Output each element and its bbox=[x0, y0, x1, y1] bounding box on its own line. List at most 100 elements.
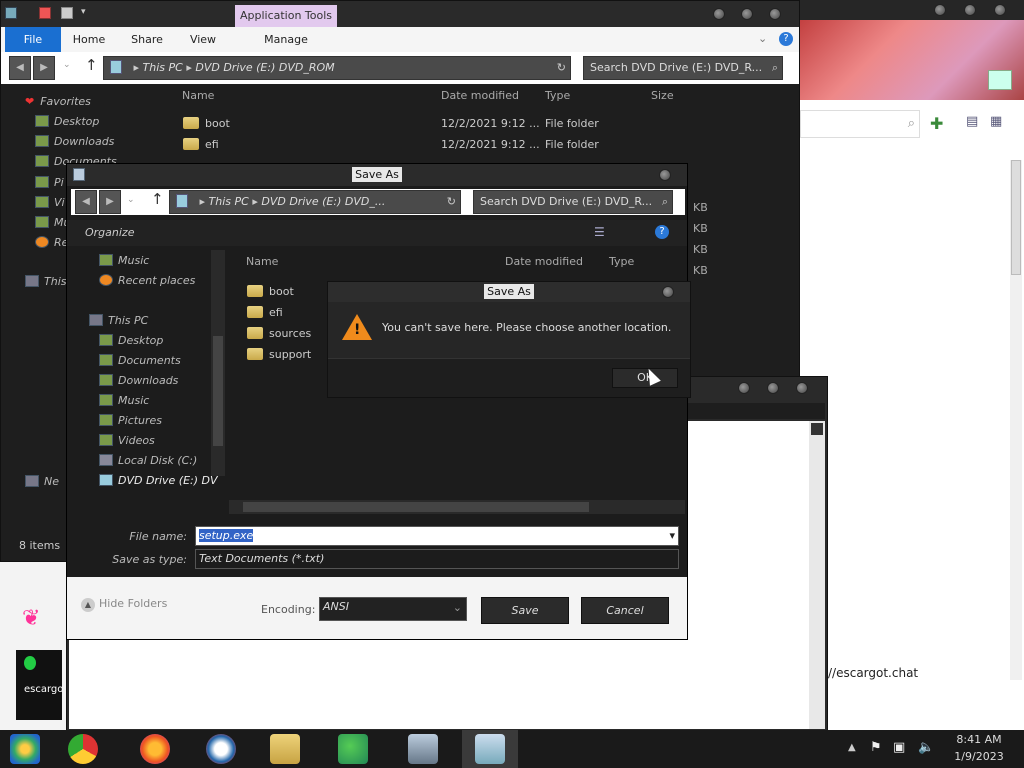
close-icon[interactable] bbox=[662, 286, 674, 298]
start-button[interactable] bbox=[10, 734, 40, 764]
url-text[interactable]: //escargot.chat bbox=[828, 666, 918, 680]
col-name[interactable]: Name bbox=[182, 89, 214, 102]
view-options-icon[interactable]: ☰ bbox=[594, 225, 605, 239]
tab-share[interactable]: Share bbox=[123, 27, 171, 52]
network-icon[interactable]: ▣ bbox=[893, 740, 905, 755]
up-icon[interactable]: ↑ bbox=[151, 190, 164, 208]
minimize-icon[interactable] bbox=[713, 8, 725, 20]
escargot-tile[interactable]: escargo bbox=[16, 650, 63, 720]
chevron-down-icon[interactable]: ▾ bbox=[669, 527, 675, 545]
file-explorer-icon[interactable] bbox=[270, 734, 300, 764]
network-tool-icon[interactable] bbox=[408, 734, 438, 764]
nav-desktop[interactable]: Desktop bbox=[35, 115, 99, 128]
col-date[interactable]: Date modified bbox=[441, 89, 519, 102]
hide-folders-button[interactable]: ▲ Hide Folders bbox=[81, 597, 167, 612]
horizontal-scrollbar[interactable] bbox=[229, 500, 685, 514]
search-input[interactable]: Search DVD Drive (E:) DVD_R... ⌕ bbox=[473, 190, 673, 214]
tab-view[interactable]: View bbox=[181, 27, 225, 52]
nav-local-disk[interactable]: Local Disk (C:) bbox=[99, 454, 197, 467]
browser-search-box[interactable]: ⌕ bbox=[800, 110, 920, 138]
breadcrumb-drive[interactable]: DVD Drive (E:) DVD_... bbox=[261, 195, 385, 208]
clock-time[interactable]: 8:41 AM bbox=[944, 733, 1014, 746]
organize-button[interactable]: Organize bbox=[85, 226, 134, 239]
encoding-select[interactable]: ANSI ⌄ bbox=[319, 597, 467, 621]
col-type[interactable]: Type bbox=[545, 89, 570, 102]
up-icon[interactable]: ↑ bbox=[85, 56, 98, 74]
minimize-icon[interactable] bbox=[738, 382, 750, 394]
address-bar[interactable]: ▸ This PC ▸ DVD Drive (E:) DVD_ROM ↻ bbox=[103, 56, 571, 80]
help-icon[interactable]: ? bbox=[655, 225, 669, 239]
list-item[interactable]: efi bbox=[247, 306, 283, 319]
refresh-icon[interactable]: ↻ bbox=[447, 191, 456, 213]
customize-icon[interactable]: ▾ bbox=[81, 7, 86, 17]
notepad-scrollbar[interactable] bbox=[809, 421, 825, 729]
recent-icon[interactable]: ⌄ bbox=[63, 60, 71, 70]
close-icon[interactable] bbox=[994, 4, 1006, 16]
nav-music[interactable]: Music bbox=[99, 394, 149, 407]
scroll-thumb[interactable] bbox=[1011, 160, 1021, 275]
nav-pictures[interactable]: Pictures bbox=[99, 414, 162, 427]
nav-recent-places[interactable]: Recent places bbox=[99, 274, 195, 287]
filename-input[interactable]: setup.exe ▾ bbox=[195, 526, 679, 546]
close-icon[interactable] bbox=[659, 169, 671, 181]
clock-date[interactable]: 1/9/2023 bbox=[944, 750, 1014, 763]
maximize-icon[interactable] bbox=[964, 4, 976, 16]
chevron-down-icon[interactable]: ⌄ bbox=[758, 32, 767, 45]
nav-this-pc[interactable]: This bbox=[25, 275, 66, 288]
add-icon[interactable]: ✚ bbox=[930, 114, 943, 133]
col-name[interactable]: Name bbox=[246, 255, 278, 268]
tray-expand-icon[interactable]: ▲ bbox=[848, 742, 856, 753]
taskbar-active-item[interactable] bbox=[462, 730, 518, 768]
list-icon[interactable]: ▤ bbox=[966, 114, 978, 129]
volume-icon[interactable]: 🔈 bbox=[918, 740, 934, 755]
list-item[interactable]: efi bbox=[183, 138, 219, 151]
nav-videos[interactable]: Videos bbox=[99, 434, 155, 447]
firefox-icon[interactable] bbox=[140, 734, 170, 764]
nav-scroll-thumb[interactable] bbox=[213, 336, 223, 446]
minimize-icon[interactable] bbox=[934, 4, 946, 16]
chevron-down-icon[interactable]: ⌄ bbox=[453, 599, 462, 617]
nav-favorites[interactable]: ❤ Favorites bbox=[25, 95, 91, 108]
tab-home[interactable]: Home bbox=[65, 27, 113, 52]
list-item[interactable]: support bbox=[247, 348, 311, 361]
forward-button[interactable]: ▶ bbox=[99, 190, 121, 214]
refresh-icon[interactable]: ↻ bbox=[557, 57, 566, 79]
properties-icon[interactable] bbox=[39, 7, 51, 19]
tab-file[interactable]: File bbox=[5, 27, 61, 52]
nav-downloads[interactable]: Downloads bbox=[99, 374, 178, 387]
search-input[interactable]: Search DVD Drive (E:) DVD_R... ⌕ bbox=[583, 56, 783, 80]
chrome-icon[interactable] bbox=[68, 734, 98, 764]
search-icon[interactable]: ⌕ bbox=[908, 116, 915, 131]
nav-documents[interactable]: Documents bbox=[99, 354, 181, 367]
col-type[interactable]: Type bbox=[609, 255, 634, 268]
recent-icon[interactable]: ⌄ bbox=[127, 195, 135, 205]
newfolder-icon[interactable] bbox=[61, 7, 73, 19]
nav-downloads[interactable]: Downloads bbox=[35, 135, 114, 148]
butterfly-icon[interactable]: ❦ bbox=[22, 606, 40, 631]
list-item[interactable]: boot bbox=[247, 285, 294, 298]
savetype-select[interactable]: Text Documents (*.txt) bbox=[195, 549, 679, 569]
maximize-icon[interactable] bbox=[741, 8, 753, 20]
list-item[interactable]: sources bbox=[247, 327, 311, 340]
breadcrumb-this-pc[interactable]: This PC bbox=[143, 61, 183, 74]
nav-desktop[interactable]: Desktop bbox=[99, 334, 163, 347]
col-date[interactable]: Date modified bbox=[505, 255, 583, 268]
campaign-icon[interactable] bbox=[206, 734, 236, 764]
nav-videos[interactable]: Vi bbox=[35, 196, 65, 209]
list-item[interactable]: boot bbox=[183, 117, 230, 130]
browser-scrollbar[interactable] bbox=[1010, 160, 1022, 680]
people-icon[interactable] bbox=[338, 734, 368, 764]
back-button[interactable]: ◀ bbox=[9, 56, 31, 80]
nav-recent[interactable]: Re bbox=[35, 236, 68, 249]
maximize-icon[interactable] bbox=[767, 382, 779, 394]
nav-scrollbar[interactable] bbox=[211, 250, 225, 476]
forward-button[interactable]: ▶ bbox=[33, 56, 55, 80]
breadcrumb-drive[interactable]: DVD Drive (E:) DVD_ROM bbox=[195, 61, 334, 74]
h-scroll-thumb[interactable] bbox=[243, 502, 589, 512]
cancel-button[interactable]: Cancel bbox=[581, 597, 669, 624]
breadcrumb-this-pc[interactable]: This PC bbox=[209, 195, 249, 208]
search-icon[interactable]: ⌕ bbox=[772, 57, 778, 79]
nav-pictures[interactable]: Pi bbox=[35, 176, 64, 189]
nav-dvd-drive[interactable]: DVD Drive (E:) DV bbox=[99, 474, 218, 487]
tab-manage[interactable]: Manage bbox=[241, 27, 331, 52]
